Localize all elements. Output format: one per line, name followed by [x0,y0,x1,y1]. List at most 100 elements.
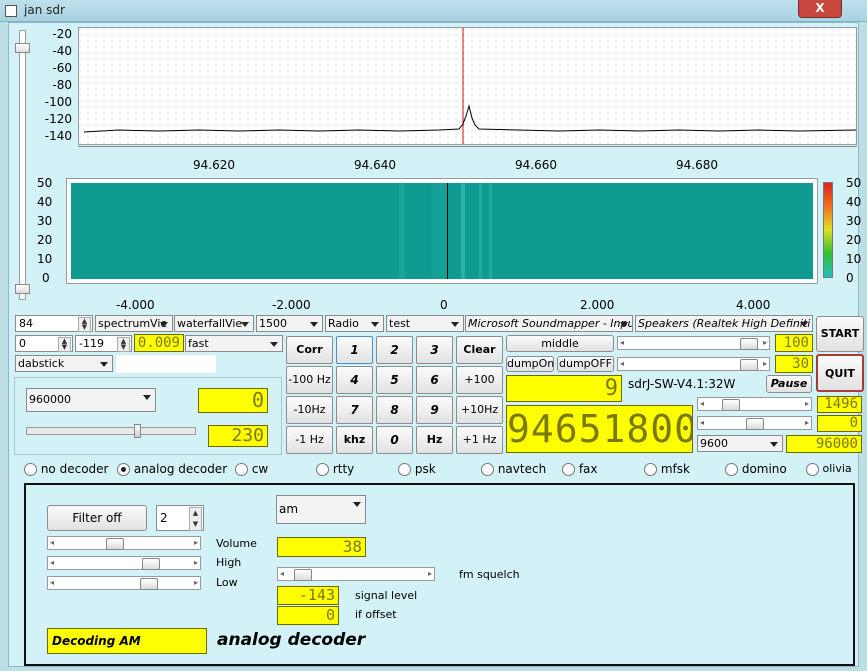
offset-spinbox[interactable]: 0 ▲ ▼ [15,335,73,352]
digit-2-button[interactable]: 2 [376,336,413,364]
scale-tick: 20 [846,233,862,247]
version-label: sdrJ-SW-V4.1:32W [628,377,736,391]
lcd-right-1: 1496 [817,396,862,413]
lcd-right-mid: 30 [775,355,813,373]
decoder-option-fax[interactable]: fax [562,462,598,476]
khz-button[interactable]: khz [336,426,373,454]
speed-select[interactable]: fast [185,335,283,352]
decoder-option-no-decoder[interactable]: no decoder [24,462,108,476]
gain-slider[interactable] [26,424,196,438]
digit-0-button[interactable]: 0 [376,426,413,454]
x-tick: 0 [440,298,448,312]
amplitude-spinbox[interactable]: 84 ▲ ▼ [15,315,93,332]
digit-1-button[interactable]: 1 [336,336,373,364]
x-tick: 2.000 [580,298,615,312]
left-vertical-slider[interactable] [15,30,30,300]
baud-select[interactable]: 9600 [697,435,783,452]
x-tick: 94.620 [193,158,235,172]
digit-6-button[interactable]: 6 [416,366,453,394]
y-tick: 20 [37,233,53,247]
output-device-select[interactable]: Speakers (Realtek High Definiti [635,315,813,332]
fm-squelch-slider[interactable]: ◂ ▸ [277,567,435,581]
corr-button[interactable]: Corr [286,336,333,364]
y-tick: -20 [52,27,72,41]
mode-select[interactable]: Radio [325,315,384,332]
start-button[interactable]: START [816,316,864,352]
radio-selected-icon [117,463,130,476]
frequency-display: 94651800 [506,405,693,453]
plus-1hz-button[interactable]: +1 Hz [456,426,503,454]
low-slider[interactable]: ◂ ▸ [47,576,201,590]
decoder-option-domino[interactable]: domino [725,462,787,476]
minus-10hz-button[interactable]: -10Hz [286,396,333,424]
decoder-option-rtty[interactable]: rtty [316,462,354,476]
input-device-select[interactable]: Microsoft Soundmapper - Input [465,315,633,332]
decoder-option-analog-decoder[interactable]: analog decoder [117,462,227,476]
lcd-small-value: 0.009 [134,334,184,352]
x-tick: 4.000 [736,298,771,312]
high-slider[interactable]: ◂ ▸ [47,556,201,570]
filter-button[interactable]: Filter off [47,505,147,531]
mid-right-slider[interactable]: ◂ ▸ [617,357,770,371]
digit-9-button[interactable]: 9 [416,396,453,424]
dump-off-button[interactable]: dumpOFF [557,356,614,372]
decoder-option-psk[interactable]: psk [398,462,436,476]
x-tick: 94.680 [676,158,718,172]
y-tick: -40 [52,44,72,58]
waterfall-plot[interactable] [66,178,818,284]
hz-button[interactable]: Hz [416,426,453,454]
waterfall-view-select[interactable]: waterfallVie [174,315,254,332]
samplerate-select[interactable]: 960000 [26,388,156,412]
plus-10hz-button[interactable]: +10Hz [456,396,503,424]
radio-icon [24,463,37,476]
plus-100hz-button[interactable]: +100 Hz [456,366,503,412]
title-bar: jan sdr X [0,0,867,22]
if-offset-label: if offset [355,608,397,621]
window-title: jan sdr [24,3,65,17]
quit-button[interactable]: QUIT [816,354,864,392]
top-right-slider[interactable]: ◂ ▸ [617,336,770,350]
radio-icon [316,463,329,476]
waterfall-y-axis: 50 40 30 20 10 0 [30,176,60,286]
device-select[interactable]: dabstick [15,355,113,372]
decoder-option-navtech[interactable]: navtech [481,462,546,476]
fm-squelch-label: fm squelch [459,568,520,581]
spectrum-view-select[interactable]: spectrumVie [95,315,173,332]
lcd-right-top: 100 [775,334,813,352]
decoder-option-cw[interactable]: cw [235,462,268,476]
radio-icon [725,463,738,476]
filter-spinbox[interactable]: 2 ▲ ▼ [156,505,204,531]
decoder-option-mfsk[interactable]: mfsk [644,462,690,476]
close-button[interactable]: X [798,0,842,18]
right-slider-a[interactable]: ◂ ▸ [697,397,812,411]
digit-8-button[interactable]: 8 [376,396,413,424]
waterfall-color-scale [823,182,833,278]
minus-1hz-button[interactable]: -1 Hz [286,426,333,454]
level-spinbox[interactable]: -119 ▲ ▼ [75,335,132,352]
digit-7-button[interactable]: 7 [336,396,373,424]
spectrum-plot[interactable] [78,27,857,145]
minus-100hz-button[interactable]: -100 Hz [286,366,333,394]
middle-button[interactable]: middle [506,335,614,352]
decoder-option-olivia[interactable]: olivia [806,462,852,476]
y-tick: 40 [37,195,53,209]
right-slider-b[interactable]: ◂ ▸ [697,416,812,430]
pause-button[interactable]: Pause [766,375,812,393]
signal-level-label: signal level [355,589,418,602]
clear-button[interactable]: Clear [456,336,503,364]
test-select[interactable]: test [386,315,464,332]
y-tick: -60 [52,61,72,75]
digit-3-button[interactable]: 3 [416,336,453,364]
digit-5-button[interactable]: 5 [376,366,413,394]
scale-tick: 10 [846,252,862,266]
digit-4-button[interactable]: 4 [336,366,373,394]
x-tick: -2.000 [272,298,311,312]
lcd-right-3: 96000 [786,435,862,453]
dump-on-button[interactable]: dumpOn [506,356,554,372]
scale-tick: 40 [846,195,862,209]
volume-slider[interactable]: ◂ ▸ [47,536,201,550]
scale-tick: 0 [846,271,854,285]
demod-mode-select[interactable]: am [276,495,366,524]
rate-select[interactable]: 1500 [256,315,323,332]
decoder-title: analog decoder [217,630,366,650]
